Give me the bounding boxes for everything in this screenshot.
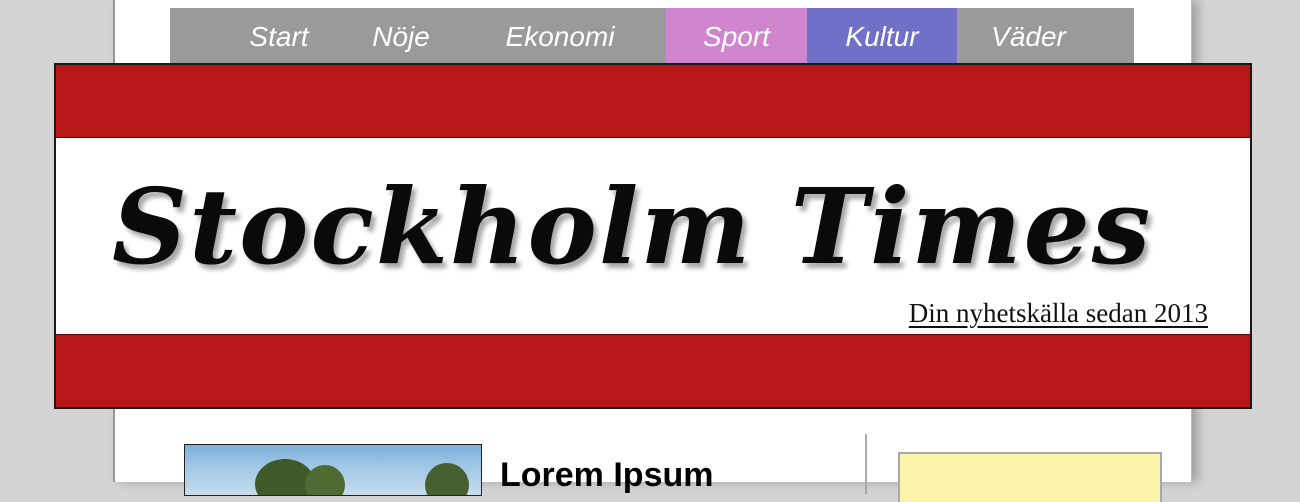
main-navigation: Start Nöje Ekonomi Sport Kultur Väder xyxy=(170,8,1134,64)
nav-item-vader[interactable]: Väder xyxy=(957,8,1104,64)
thumbnail-tree-shape xyxy=(305,465,345,495)
masthead-banner: Stockholm Times Din nyhetskälla sedan 20… xyxy=(54,63,1252,409)
masthead-bottom-band xyxy=(56,334,1250,407)
nav-item-ekonomi[interactable]: Ekonomi xyxy=(454,8,666,64)
nav-item-noje[interactable]: Nöje xyxy=(348,8,454,64)
nav-item-start[interactable]: Start xyxy=(170,8,348,64)
site-tagline: Din nyhetskälla sedan 2013 xyxy=(908,298,1208,328)
site-title[interactable]: Stockholm Times xyxy=(112,165,1152,288)
thumbnail-tree-shape xyxy=(425,463,469,495)
nav-item-sport[interactable]: Sport xyxy=(666,8,807,64)
nav-item-kultur[interactable]: Kultur xyxy=(807,8,957,64)
article-thumbnail[interactable] xyxy=(184,444,482,496)
column-divider xyxy=(865,434,867,494)
sidebar-box xyxy=(898,452,1162,502)
article-title[interactable]: Lorem Ipsum xyxy=(500,458,713,492)
masthead-top-band xyxy=(56,65,1250,138)
